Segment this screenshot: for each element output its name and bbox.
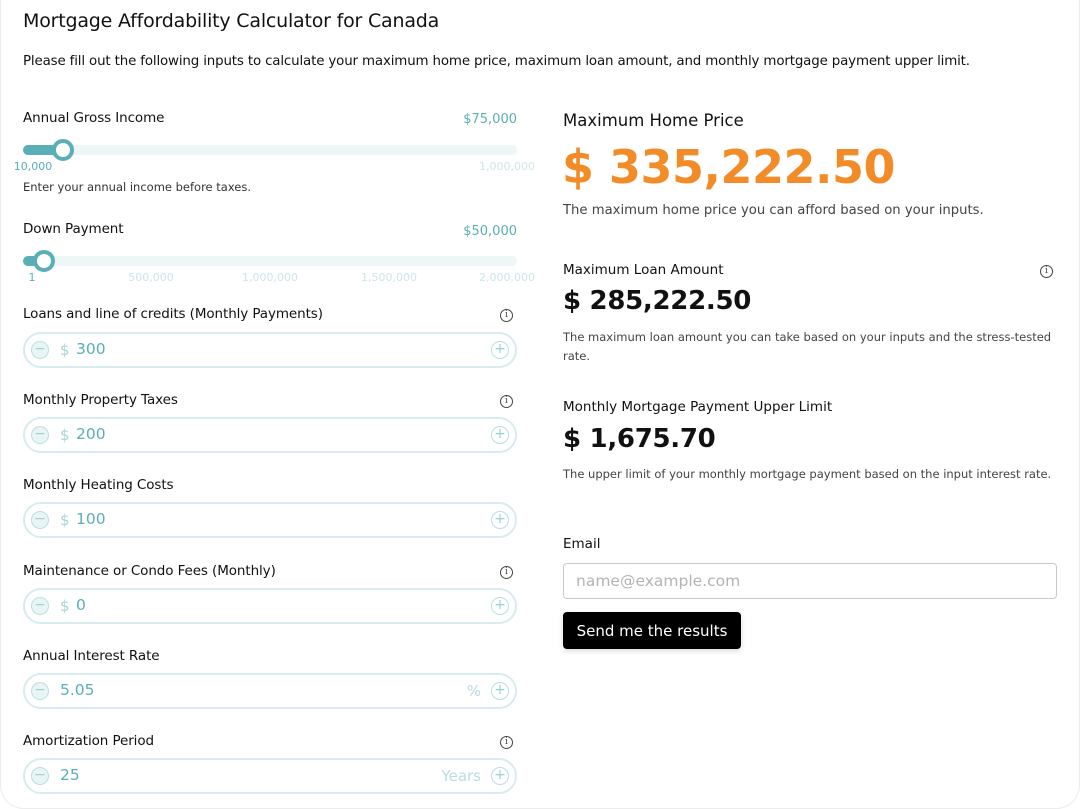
loans-input[interactable]: 300 [76, 340, 106, 358]
home-price-value: $ 335,222.50 [562, 140, 896, 194]
loans-stepper: − $ 300 + [23, 332, 517, 368]
currency-prefix: $ [60, 426, 70, 444]
loan-amount-value: $ 285,222.50 [563, 286, 752, 316]
down-payment-tick: 1,000,000 [242, 271, 298, 284]
down-payment-tick: 500,000 [128, 271, 174, 284]
property-taxes-input[interactable]: 200 [76, 425, 106, 443]
interest-rate-stepper: − 5.05 % + [23, 673, 517, 709]
minus-icon[interactable]: − [31, 426, 49, 444]
send-results-button[interactable]: Send me the results [563, 612, 741, 649]
email-input[interactable] [563, 563, 1057, 599]
info-icon[interactable]: i [500, 309, 513, 322]
amortization-stepper: − 25 Years + [23, 758, 517, 794]
minus-icon[interactable]: − [31, 341, 49, 359]
interest-rate-label: Annual Interest Rate [23, 648, 160, 664]
info-icon[interactable]: i [500, 736, 513, 749]
home-price-label: Maximum Home Price [563, 111, 744, 130]
amortization-label: Amortization Period [23, 733, 154, 749]
loan-amount-description: The maximum loan amount you can take bas… [563, 330, 1052, 363]
info-icon[interactable]: i [500, 395, 513, 408]
income-value: $75,000 [463, 112, 517, 127]
plus-icon[interactable]: + [491, 682, 509, 700]
info-icon[interactable]: i [500, 566, 513, 579]
condo-fees-stepper: − $ 0 + [23, 588, 517, 624]
down-payment-tick: 1 [28, 271, 36, 284]
page-subtitle: Please fill out the following inputs to … [23, 54, 970, 69]
income-hint: Enter your annual income before taxes. [23, 180, 252, 194]
monthly-payment-value: $ 1,675.70 [563, 424, 716, 454]
down-payment-tick: 2,000,000 [479, 271, 535, 284]
income-min-tick: 10,000 [13, 160, 53, 173]
currency-prefix: $ [60, 341, 70, 359]
plus-icon[interactable]: + [491, 511, 509, 529]
heating-input[interactable]: 100 [76, 510, 106, 528]
monthly-payment-description: The upper limit of your monthly mortgage… [563, 467, 1052, 481]
down-payment-tick: 1,500,000 [361, 271, 417, 284]
minus-icon[interactable]: − [31, 767, 49, 785]
income-slider-thumb[interactable] [52, 139, 74, 161]
income-label: Annual Gross Income [23, 110, 165, 126]
amortization-input[interactable]: 25 [60, 766, 80, 784]
income-slider[interactable] [23, 139, 517, 161]
email-label: Email [563, 536, 601, 552]
minus-icon[interactable]: − [31, 597, 49, 615]
info-icon[interactable]: i [1040, 265, 1053, 278]
page-title: Mortgage Affordability Calculator for Ca… [23, 10, 440, 32]
monthly-payment-label: Monthly Mortgage Payment Upper Limit [563, 399, 833, 415]
heating-label: Monthly Heating Costs [23, 477, 174, 493]
down-payment-label: Down Payment [23, 221, 124, 237]
heating-stepper: − $ 100 + [23, 502, 517, 538]
minus-icon[interactable]: − [31, 682, 49, 700]
down-payment-slider[interactable] [23, 250, 517, 272]
plus-icon[interactable]: + [491, 767, 509, 785]
home-price-description: The maximum home price you can afford ba… [563, 203, 984, 218]
condo-fees-input[interactable]: 0 [76, 596, 86, 614]
years-suffix: Years [441, 767, 481, 785]
plus-icon[interactable]: + [491, 426, 509, 444]
loan-amount-label: Maximum Loan Amount [563, 262, 724, 278]
plus-icon[interactable]: + [491, 597, 509, 615]
property-taxes-stepper: − $ 200 + [23, 417, 517, 453]
plus-icon[interactable]: + [491, 341, 509, 359]
currency-prefix: $ [60, 511, 70, 529]
loans-label: Loans and line of credits (Monthly Payme… [23, 306, 323, 322]
currency-prefix: $ [60, 597, 70, 615]
percent-suffix: % [466, 682, 481, 700]
minus-icon[interactable]: − [31, 511, 49, 529]
condo-fees-label: Maintenance or Condo Fees (Monthly) [23, 563, 276, 579]
down-payment-slider-thumb[interactable] [33, 250, 55, 272]
down-payment-value: $50,000 [463, 224, 517, 239]
interest-rate-input[interactable]: 5.05 [60, 681, 95, 699]
property-taxes-label: Monthly Property Taxes [23, 392, 178, 408]
income-max-tick: 1,000,000 [479, 160, 535, 173]
